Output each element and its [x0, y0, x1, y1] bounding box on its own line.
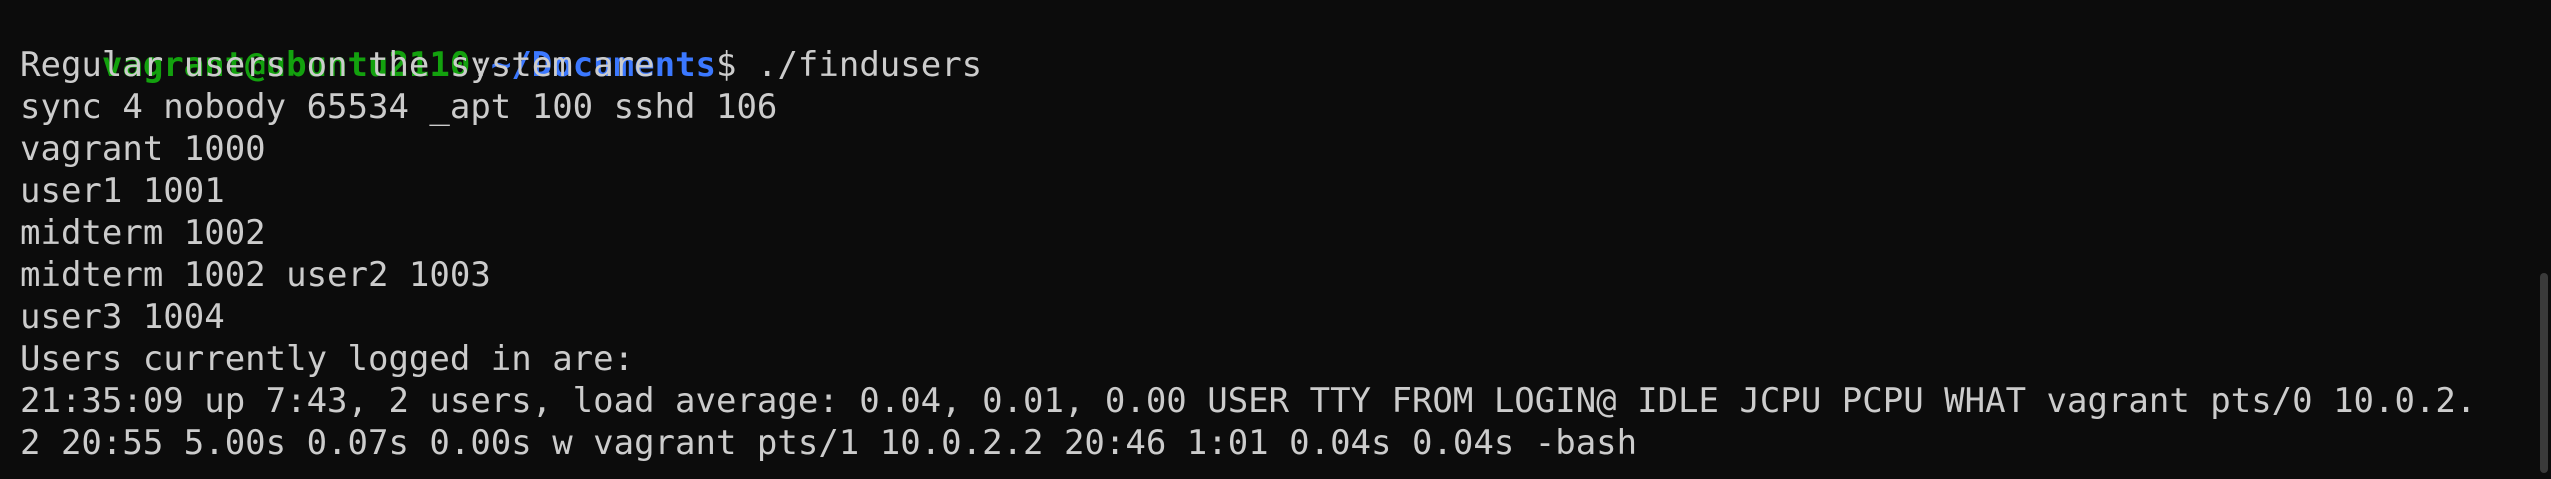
command-prompt-line: vagrant@ubuntu2110:~/Documents$ ./findus… [20, 2, 982, 85]
terminal-window[interactable]: vagrant@ubuntu2110:~/Documents$ ./findus… [0, 0, 2551, 479]
output-line: user1 1001 [20, 171, 225, 211]
terminal-scrollbar[interactable] [2537, 0, 2551, 479]
prompt-symbol: $ [716, 45, 757, 85]
output-line: 21:35:09 up 7:43, 2 users, load average:… [20, 381, 2477, 421]
scrollbar-thumb[interactable] [2540, 273, 2548, 473]
output-line: 2 20:55 5.00s 0.07s 0.00s w vagrant pts/… [20, 423, 1638, 463]
output-line: Regular users on the system are [20, 45, 655, 85]
output-line: midterm 1002 [20, 213, 266, 253]
output-line: midterm 1002 user2 1003 [20, 255, 491, 295]
output-line: Users currently logged in are: [20, 339, 635, 379]
output-line: vagrant 1000 [20, 129, 266, 169]
output-line: sync 4 nobody 65534 _apt 100 sshd 106 [20, 87, 778, 127]
output-line: user3 1004 [20, 297, 225, 337]
prompt-command: ./findusers [756, 45, 983, 85]
